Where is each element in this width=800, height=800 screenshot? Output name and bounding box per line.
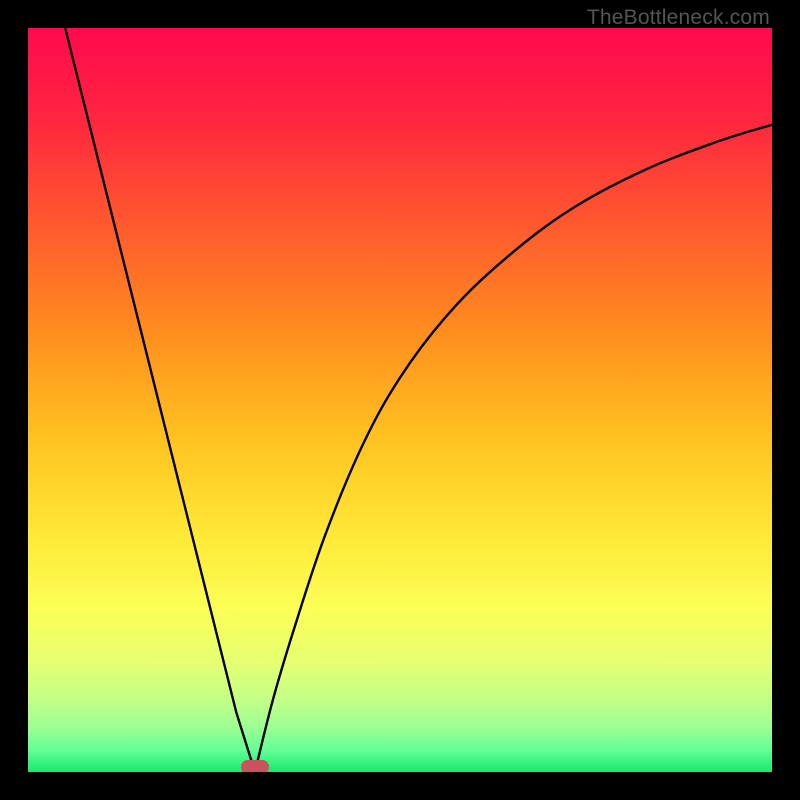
right-branch bbox=[255, 125, 772, 772]
optimal-point-marker bbox=[241, 760, 269, 772]
plot-area bbox=[28, 28, 772, 772]
left-branch bbox=[65, 28, 255, 772]
chart-container: TheBottleneck.com bbox=[0, 0, 800, 800]
watermark-text: TheBottleneck.com bbox=[587, 6, 770, 30]
bottleneck-curve bbox=[28, 28, 772, 772]
